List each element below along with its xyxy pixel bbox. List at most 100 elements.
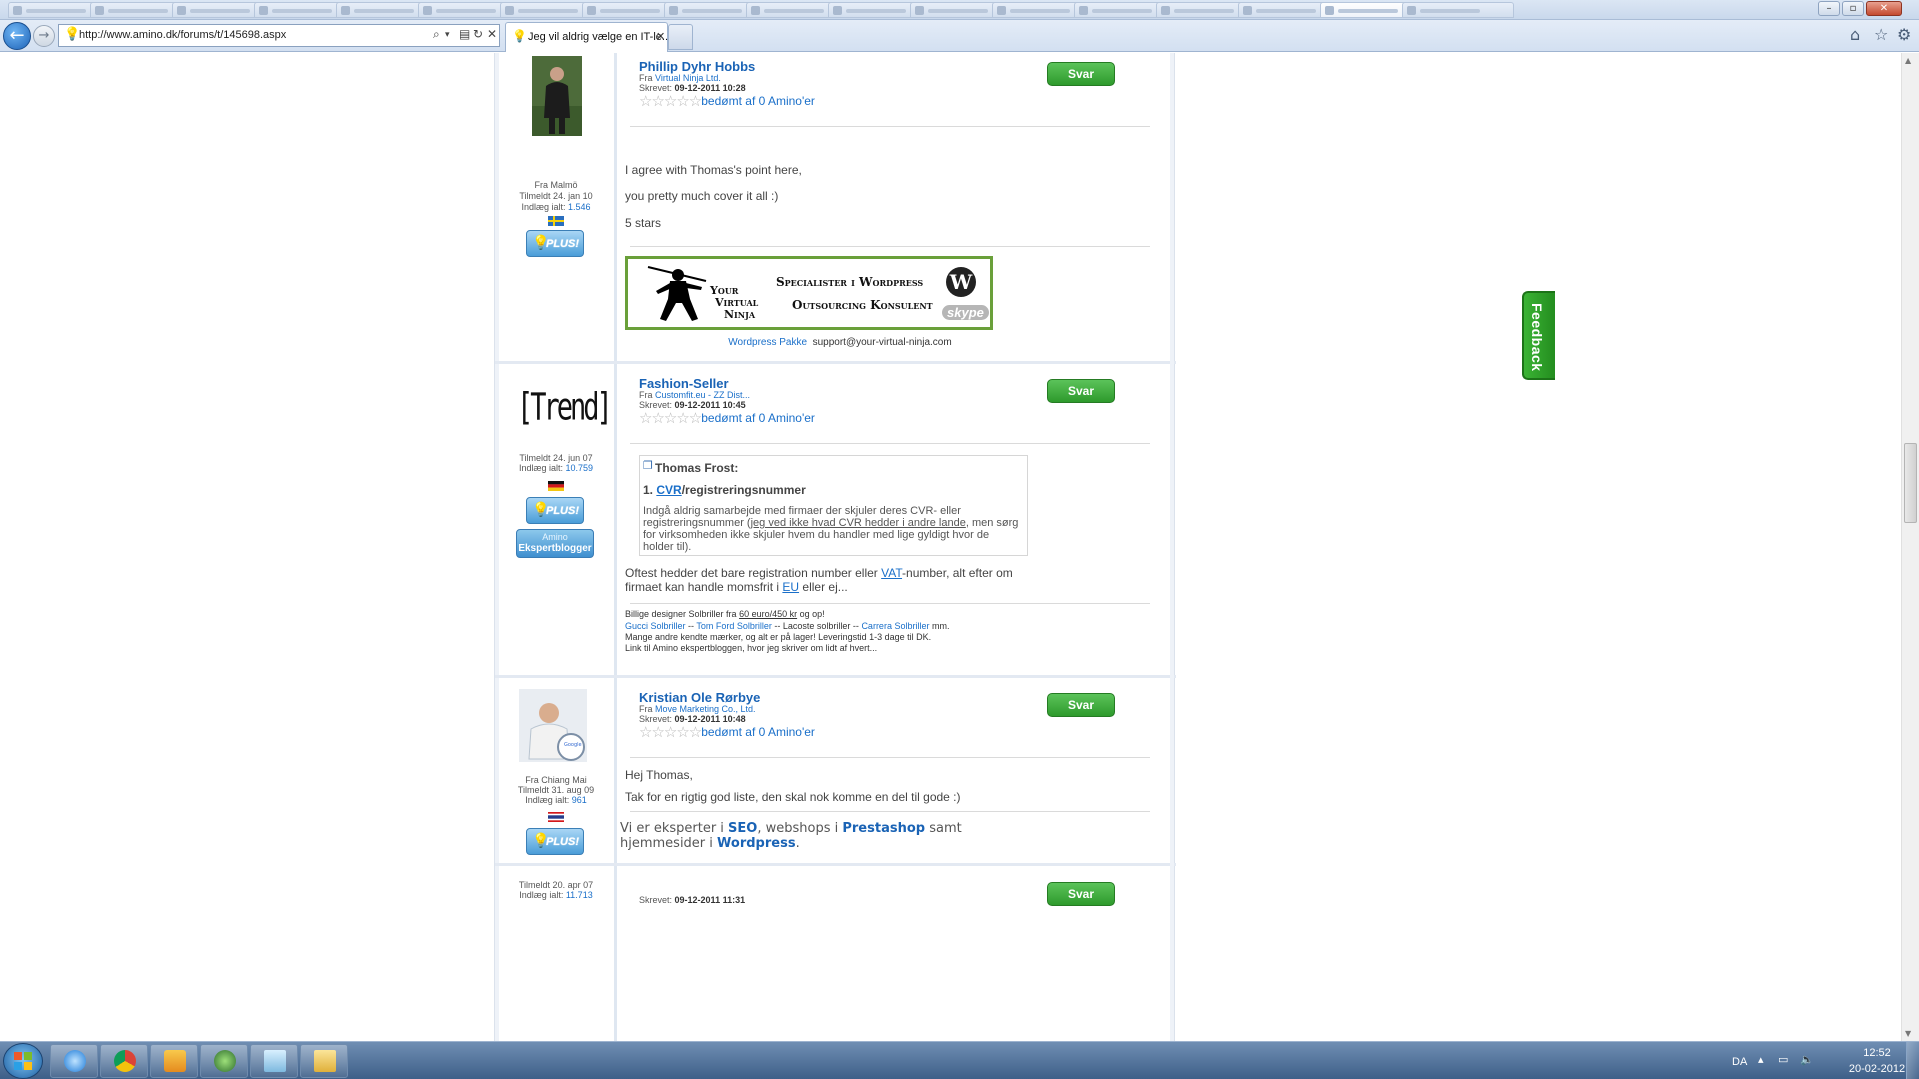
tab-bulb-icon: 💡 [512, 29, 527, 43]
refresh-icon[interactable]: ↻ [473, 27, 483, 41]
post-content: Skrevet: 09-12-2011 11:31 Svar [620, 866, 1172, 1041]
support-email[interactable]: support@your-virtual-ninja.com [813, 337, 952, 348]
search-icon[interactable]: ⌕ [433, 27, 440, 42]
gear-icon[interactable]: ⚙ [1897, 25, 1911, 44]
tom-ford-link[interactable]: Tom Ford Solbriller [696, 621, 772, 631]
eu-link[interactable]: EU [782, 580, 799, 594]
wordpress-pakke-link[interactable]: Wordpress Pakke [728, 337, 807, 348]
scroll-thumb[interactable] [1904, 443, 1917, 523]
reply-button[interactable]: Svar [1047, 882, 1115, 906]
rating-stars-icon[interactable]: ☆☆☆☆☆ [639, 409, 702, 427]
quote-body-underlined: jeg ved ikke hvad CVR hedder i andre lan… [750, 517, 966, 529]
clock-time[interactable]: 12:52 [1848, 1047, 1906, 1059]
plus-badge[interactable]: 💡 PLUS! [526, 497, 584, 524]
scroll-up-icon[interactable]: ▲ [1905, 56, 1911, 65]
volume-icon[interactable]: 🔈 [1800, 1053, 1814, 1066]
rating-link[interactable]: bedømt af 0 Amino'er [701, 725, 815, 739]
wordpress-logo-icon: W [946, 267, 976, 297]
plus-badge[interactable]: 💡 PLUS! [526, 230, 584, 257]
taskbar-chrome-button[interactable] [100, 1044, 148, 1078]
taskbar-media-button[interactable] [200, 1044, 248, 1078]
expert-blogger-badge[interactable]: Amino Ekspertblogger [516, 529, 594, 558]
sweden-flag-icon [548, 216, 564, 226]
compatibility-view-icon[interactable]: ▤ [459, 27, 470, 41]
windows-logo-icon [14, 1052, 32, 1070]
company-link[interactable]: Customfit.eu - ZZ Dist... [655, 390, 750, 400]
close-window-icon[interactable]: ✕ [1866, 1, 1902, 16]
reply-button[interactable]: Svar [1047, 693, 1115, 717]
taskbar-notepad-button[interactable] [250, 1044, 298, 1078]
vat-link[interactable]: VAT [881, 566, 902, 580]
signature-divider [630, 246, 1150, 247]
address-bar[interactable]: 💡 http://www.amino.dk/forums/t/145698.as… [58, 24, 500, 47]
outlook-icon [164, 1050, 186, 1072]
tab-active[interactable]: 💡 Jeg vil aldrig vælge en IT-le... ✕ [505, 22, 671, 52]
posts-count-link[interactable]: 11.713 [566, 890, 593, 900]
company-link[interactable]: Virtual Ninja Ltd. [655, 73, 721, 83]
start-button[interactable] [3, 1043, 43, 1079]
clock-date[interactable]: 20-02-2012 [1848, 1063, 1906, 1075]
post-rating: ☆☆☆☆☆bedømt af 0 Amino'er [639, 409, 815, 427]
plus-badge[interactable]: 💡 PLUS! [526, 828, 584, 855]
feedback-tab[interactable]: Feedback [1522, 291, 1555, 380]
new-tab-button[interactable] [668, 24, 693, 50]
banner-tagline: Outsourcing Konsulent [792, 298, 933, 312]
user-post-count: Indlæg ialt: 1.546 [495, 202, 617, 213]
signature-divider [630, 811, 1150, 812]
avatar[interactable]: [Trend] [517, 386, 613, 456]
posts-count-link[interactable]: 961 [572, 795, 587, 805]
background-tab[interactable] [1402, 2, 1514, 18]
taskbar-explorer-button[interactable] [300, 1044, 348, 1078]
vertical-scrollbar[interactable]: ▲ ▼ [1901, 53, 1919, 1041]
prestashop-link[interactable]: Prestashop [842, 821, 925, 836]
author-name-link[interactable]: Kristian Ole Rørbye [639, 690, 760, 705]
back-arrow-icon[interactable]: ← [3, 22, 31, 50]
show-desktop-button[interactable] [1906, 1042, 1919, 1079]
rating-stars-icon[interactable]: ☆☆☆☆☆ [639, 723, 702, 741]
rating-link[interactable]: bedømt af 0 Amino'er [701, 411, 815, 425]
author-sidebar: Google Fra Chiang Mai Tilmeldt 31. aug 0… [495, 678, 617, 863]
author-name-link[interactable]: Fashion-Seller [639, 376, 729, 391]
signature: Vi er eksperter i SEO, webshops i Presta… [620, 821, 1030, 851]
tray-expand-icon[interactable]: ▴ [1758, 1053, 1764, 1066]
language-indicator[interactable]: DA [1732, 1056, 1747, 1068]
network-icon[interactable]: ▭ [1778, 1053, 1788, 1066]
close-tab-icon[interactable]: ✕ [656, 30, 665, 43]
taskbar-outlook-button[interactable] [150, 1044, 198, 1078]
cvr-link[interactable]: CVR [656, 483, 681, 497]
avatar[interactable] [532, 56, 582, 136]
posts-label: Indlæg ialt: [519, 890, 564, 900]
gucci-link[interactable]: Gucci Solbriller [625, 621, 686, 631]
minimize-icon[interactable]: – [1818, 1, 1840, 16]
avatar[interactable]: Google [519, 689, 587, 762]
written-date: 09-12-2011 11:31 [674, 895, 746, 905]
forward-arrow-icon[interactable]: → [33, 25, 55, 47]
post-divider [630, 757, 1150, 758]
ninja-banner-ad[interactable]: Your Virtual Ninja Specialister i Wordpr… [625, 256, 993, 330]
expert-blog-link[interactable]: Link til Amino ekspertbloggen, hvor jeg … [625, 643, 877, 654]
rating-link[interactable]: bedømt af 0 Amino'er [701, 94, 815, 108]
company-link[interactable]: Move Marketing Co., Ltd. [655, 704, 756, 714]
forum-thread: Fra Malmö Tilmeldt 24. jan 10 Indlæg ial… [494, 53, 1176, 1041]
home-icon[interactable]: ⌂ [1850, 25, 1860, 44]
explorer-folder-icon [314, 1050, 336, 1072]
address-url[interactable]: http://www.amino.dk/forums/t/145698.aspx [79, 29, 286, 41]
carrera-link[interactable]: Carrera Solbriller [861, 621, 929, 631]
favorites-star-icon[interactable]: ☆ [1874, 25, 1888, 44]
rating-stars-icon[interactable]: ☆☆☆☆☆ [639, 92, 702, 110]
posts-count-link[interactable]: 1.546 [568, 202, 591, 212]
wordpress-link[interactable]: Wordpress [717, 836, 796, 851]
seo-link[interactable]: SEO [728, 821, 757, 836]
taskbar-ie-button[interactable] [50, 1044, 98, 1078]
posts-count-link[interactable]: 10.759 [566, 463, 594, 473]
dropdown-icon[interactable]: ▾ [445, 30, 450, 40]
reply-button[interactable]: Svar [1047, 379, 1115, 403]
sig-mid: -- Lacoste solbriller -- [771, 621, 862, 631]
quote-heading: 1. CVR/registreringsnummer [643, 483, 806, 497]
maximize-icon[interactable]: ▫ [1842, 1, 1864, 16]
author-name-link[interactable]: Phillip Dyhr Hobbs [639, 59, 755, 74]
scroll-down-icon[interactable]: ▼ [1905, 1029, 1911, 1038]
stop-icon[interactable]: ✕ [487, 27, 497, 41]
post-rating: ☆☆☆☆☆bedømt af 0 Amino'er [639, 723, 815, 741]
reply-button[interactable]: Svar [1047, 62, 1115, 86]
